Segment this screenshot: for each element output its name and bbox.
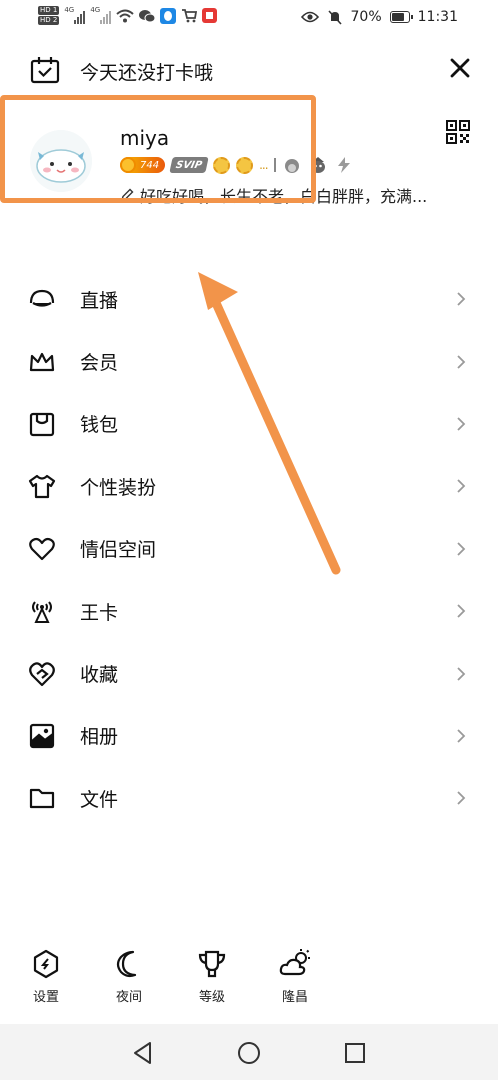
moon-icon [116, 950, 137, 978]
status-bar: HD 1 HD 2 4G 4G 70% 11:31 [0, 0, 498, 38]
chevron-right-icon [457, 791, 466, 805]
menu-item-personalization[interactable]: 个性装扮 [0, 455, 498, 517]
status-icons-right: 70% 11:31 [300, 9, 458, 25]
album-icon [29, 723, 55, 749]
antenna-icon [32, 601, 52, 624]
night-mode-button[interactable]: 夜间 [99, 948, 159, 1005]
home-circle-icon[interactable] [236, 1040, 262, 1066]
menu-item-label: 收藏 [80, 664, 119, 687]
chevron-right-icon [457, 354, 466, 369]
settings-button[interactable]: 设置 [16, 948, 76, 1005]
chevron-right-icon [457, 542, 466, 556]
chevron-right-icon [457, 479, 466, 493]
menu-item-live[interactable]: 直播 [0, 268, 498, 330]
folder-icon [29, 789, 55, 809]
menu-item-label: 直播 [80, 289, 119, 312]
wallet-icon [29, 412, 55, 437]
annotation-highlight-box [0, 95, 316, 203]
menu-item-membership[interactable]: 会员 [0, 330, 498, 392]
hd1-label: HD 1 [38, 6, 60, 15]
menu-item-label: 王卡 [80, 601, 119, 624]
wechat-icon [139, 9, 156, 22]
favorite-icon [29, 661, 55, 686]
system-nav-bar [0, 1024, 498, 1080]
app-notification-icon [202, 8, 218, 23]
qq-browser-icon [160, 7, 177, 24]
menu-item-favorites[interactable]: 收藏 [0, 642, 498, 704]
menu-item-files[interactable]: 文件 [0, 767, 498, 829]
menu-item-king-card[interactable]: 王卡 [0, 580, 498, 642]
menu-item-label: 相册 [80, 726, 119, 749]
mute-bell-icon [327, 10, 342, 25]
chevron-right-icon [457, 417, 466, 431]
network-type-2: 4G [90, 5, 101, 14]
menu-item-label: 个性装扮 [80, 476, 157, 499]
menu-item-label: 文件 [80, 788, 119, 811]
top-bar: 今天还没打卡哦 [0, 52, 498, 88]
chevron-right-icon [457, 666, 466, 681]
close-icon[interactable] [446, 54, 474, 82]
weather-location-label: 隆昌 [281, 990, 308, 1005]
settings-label: 设置 [32, 990, 59, 1005]
level-label: 等级 [198, 990, 225, 1005]
qr-code-icon[interactable] [446, 120, 470, 144]
bottom-actions: 设置 夜间 等级 隆昌 [0, 948, 498, 1010]
tshirt-icon [28, 475, 56, 499]
trophy-icon [198, 950, 226, 978]
wifi-icon [116, 9, 135, 22]
menu-item-album[interactable]: 相册 [0, 705, 498, 767]
menu-item-wallet[interactable]: 钱包 [0, 393, 498, 455]
level-button[interactable]: 等级 [182, 948, 242, 1005]
menu-list: 直播 会员 钱包 个性装扮 情侣空间 王卡 收藏 相册 文件 [0, 268, 498, 830]
weather-cloud-sun-icon [279, 949, 310, 976]
lightning-badge-icon[interactable] [334, 156, 354, 174]
chevron-right-icon [457, 729, 466, 743]
hd2-label: HD 2 [38, 16, 60, 25]
menu-item-label: 钱包 [80, 414, 119, 437]
battery-icon [389, 11, 413, 23]
night-mode-label: 夜间 [115, 990, 142, 1005]
network-type-1: 4G [64, 5, 75, 14]
back-triangle-icon[interactable] [130, 1040, 156, 1066]
hd-indicators: HD 1 HD 2 [38, 6, 60, 25]
calendar-check-icon[interactable] [30, 56, 60, 84]
menu-item-label: 情侣空间 [80, 539, 157, 562]
live-icon [29, 290, 55, 307]
eye-icon [300, 11, 319, 23]
recents-square-icon[interactable] [342, 1040, 368, 1066]
heart-icon [29, 537, 55, 560]
signal-2-icon: 4G [90, 5, 112, 24]
checkin-prompt[interactable]: 今天还没打卡哦 [80, 58, 213, 85]
cart-icon [182, 8, 198, 22]
menu-item-label: 会员 [80, 352, 119, 375]
chevron-right-icon [457, 604, 466, 618]
settings-icon [33, 949, 59, 979]
status-icons-left: HD 1 HD 2 4G 4G [38, 5, 218, 25]
clock: 11:31 [417, 9, 458, 25]
menu-item-couple-space[interactable]: 情侣空间 [0, 518, 498, 580]
chevron-right-icon [457, 292, 466, 306]
crown-icon [29, 352, 55, 371]
battery-percent: 70% [350, 9, 382, 25]
weather-button[interactable]: 隆昌 [265, 948, 325, 1005]
signal-1-icon: 4G [64, 5, 86, 24]
